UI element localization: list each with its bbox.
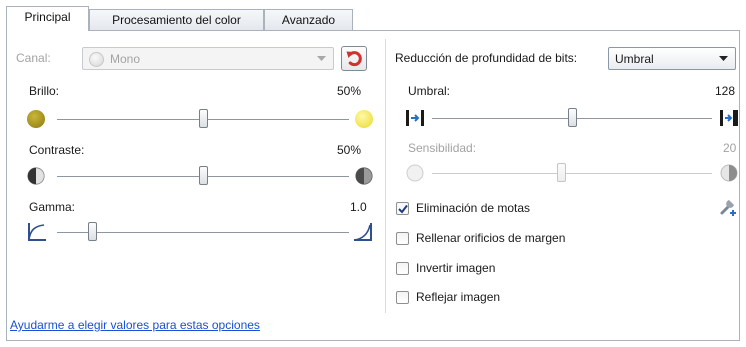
tab-color-processing[interactable]: Procesamiento del color <box>89 9 264 30</box>
mirror-image-label: Reflejar imagen <box>416 290 501 304</box>
sensitivity-high-icon <box>720 164 738 182</box>
contrast-high-icon <box>355 167 373 185</box>
sensitivity-low-icon <box>406 164 424 182</box>
despeckle-label: Eliminación de motas <box>416 201 531 215</box>
gamma-high-icon <box>353 223 372 241</box>
reset-icon <box>346 51 362 67</box>
invert-image-label: Invertir imagen <box>416 261 496 275</box>
settings-tool-icon[interactable] <box>719 197 739 217</box>
reset-button[interactable] <box>341 46 367 71</box>
brightness-low-icon <box>27 110 45 128</box>
brightness-slider-thumb[interactable] <box>199 109 208 128</box>
tab-advanced[interactable]: Avanzado <box>264 9 353 30</box>
brightness-value: 50% <box>337 84 362 98</box>
invert-image-checkbox[interactable] <box>396 262 409 275</box>
tab-panel-principal: Canal: Mono Brillo: 50% Contraste: 50% G… <box>6 30 740 341</box>
gamma-label: Gamma: <box>29 200 76 214</box>
contrast-label: Contraste: <box>29 143 85 157</box>
mirror-image-checkbox[interactable] <box>396 291 409 304</box>
bitdepth-select[interactable]: Umbral <box>608 47 736 70</box>
column-divider <box>385 39 386 313</box>
fill-edge-holes-checkbox[interactable] <box>396 232 409 245</box>
fill-edge-holes-label: Rellenar orificios de margen <box>416 231 566 245</box>
gamma-value: 1.0 <box>350 200 367 214</box>
despeckle-checkbox[interactable] <box>396 202 409 215</box>
threshold-high-icon <box>720 110 738 126</box>
brightness-high-icon <box>355 110 373 128</box>
mono-swatch-icon <box>89 52 104 67</box>
channel-select[interactable]: Mono <box>82 47 334 70</box>
sensitivity-slider-thumb[interactable] <box>557 163 566 182</box>
bitdepth-label: Reducción de profundidad de bits: <box>395 51 578 65</box>
contrast-value: 50% <box>337 143 362 157</box>
sensitivity-value: 20 <box>723 141 737 155</box>
sensitivity-label: Sensibilidad: <box>408 141 477 155</box>
gamma-low-icon <box>28 223 46 241</box>
gamma-slider-thumb[interactable] <box>88 222 97 241</box>
brightness-label: Brillo: <box>29 84 60 98</box>
dropdown-arrow-icon <box>317 56 326 61</box>
channel-label: Canal: <box>16 51 51 65</box>
tab-principal[interactable]: Principal <box>6 6 89 31</box>
bitdepth-select-value: Umbral <box>615 52 654 66</box>
contrast-low-icon <box>27 167 45 185</box>
sensitivity-track <box>432 173 712 175</box>
threshold-low-icon <box>406 110 424 126</box>
dropdown-arrow-icon <box>719 56 728 61</box>
threshold-slider-thumb[interactable] <box>568 108 577 127</box>
contrast-slider-thumb[interactable] <box>199 166 208 185</box>
threshold-label: Umbral: <box>408 84 451 98</box>
gamma-track <box>57 232 349 234</box>
threshold-value: 128 <box>715 84 736 98</box>
channel-select-value: Mono <box>110 52 141 66</box>
help-link[interactable]: Ayudarme a elegir valores para estas opc… <box>10 318 260 332</box>
checkmark-icon <box>398 204 408 214</box>
